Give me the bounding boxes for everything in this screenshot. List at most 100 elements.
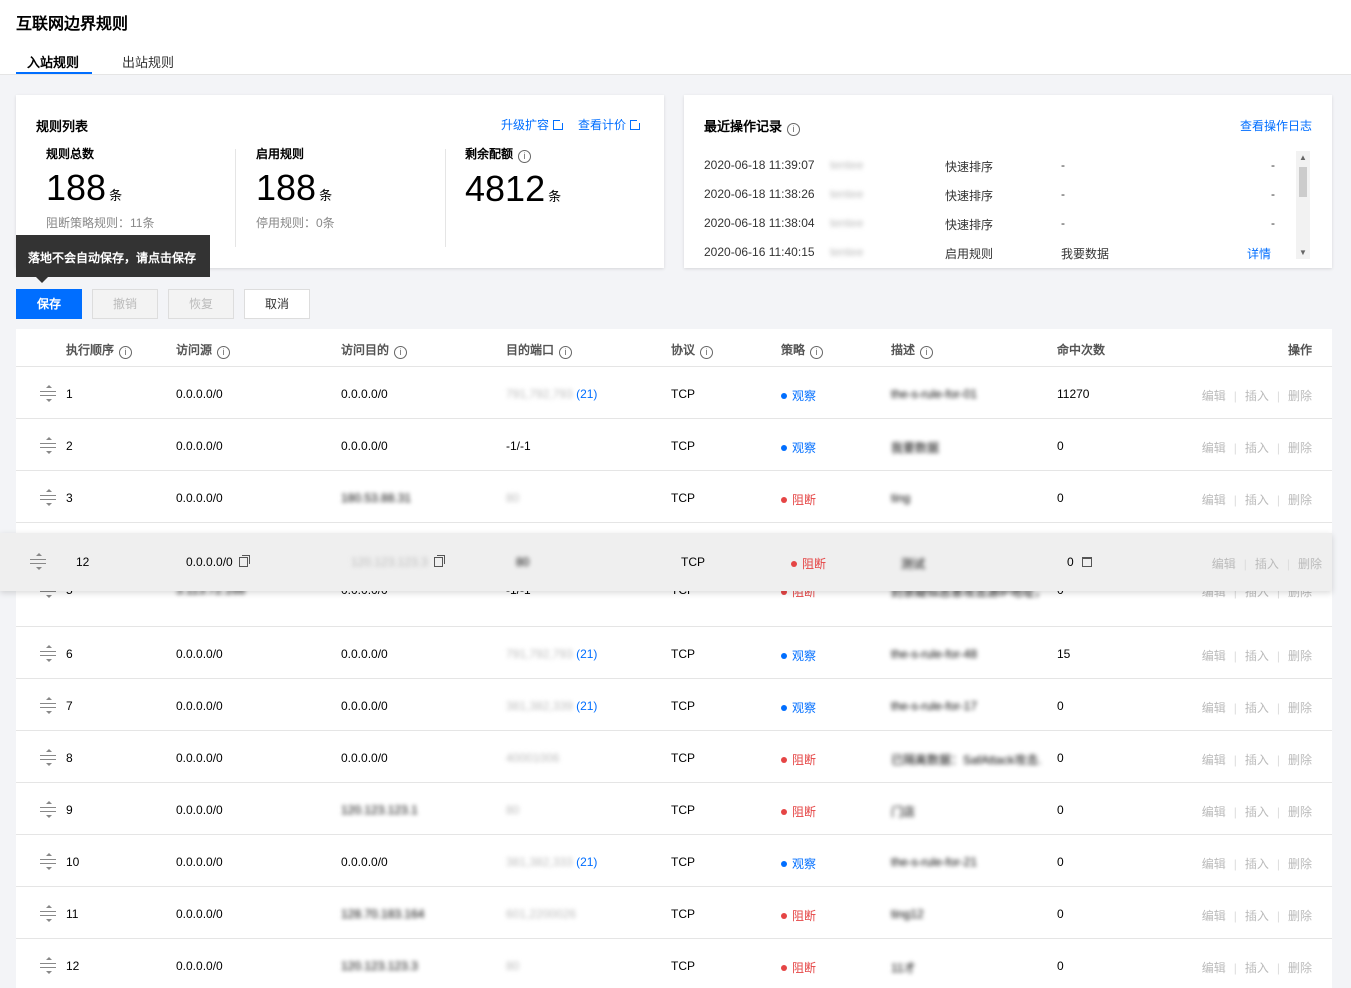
cell-destination: 120.123.123.1	[341, 803, 418, 817]
scroll-thumb[interactable]	[1299, 167, 1307, 197]
cell-source: 0.0.0.0/0	[176, 699, 223, 713]
delete-action[interactable]: 删除	[1288, 389, 1312, 403]
insert-action[interactable]: 插入	[1245, 701, 1269, 715]
delete-action[interactable]: 删除	[1288, 805, 1312, 819]
dragging-row[interactable]: 12 0.0.0.0/0 120.123.123.3 80 TCP 阻断 测试 …	[0, 533, 1332, 591]
delete-action[interactable]: 删除	[1288, 441, 1312, 455]
drag-handle-icon[interactable]	[40, 957, 56, 974]
edit-action[interactable]: 编辑	[1202, 805, 1226, 819]
redo-button[interactable]: 恢复	[168, 289, 234, 319]
delete-action[interactable]: 删除	[1298, 557, 1322, 571]
info-icon[interactable]: i	[810, 346, 824, 359]
log-scrollbar[interactable]: ▲ ▼	[1296, 151, 1310, 259]
insert-action[interactable]: 插入	[1245, 649, 1269, 663]
insert-action[interactable]: 插入	[1245, 805, 1269, 819]
edit-action[interactable]: 编辑	[1202, 753, 1226, 767]
table-row[interactable]: 8 0.0.0.0/0 0.0.0.0/0 40001006 TCP 阻断 已隔离数据：S…	[16, 731, 1332, 783]
table-row[interactable]: 12 0.0.0.0/0 120.123.123.3 80 TCP 阻断 11才 0 编辑 | 插…	[16, 939, 1332, 988]
drag-handle-icon[interactable]	[40, 645, 56, 662]
delete-action[interactable]: 删除	[1288, 701, 1312, 715]
drag-handle-icon[interactable]	[40, 749, 56, 766]
table-row[interactable]: 3 0.0.0.0/0 180.53.88.31 80 TCP 阻断 ting 0 编辑 | 插入…	[16, 471, 1332, 523]
cancel-button[interactable]: 取消	[244, 289, 310, 319]
undo-button[interactable]: 撤销	[92, 289, 158, 319]
table-row[interactable]: 11 0.0.0.0/0 128.70.183.164 601,2200026 TCP…	[16, 887, 1332, 939]
info-icon[interactable]: i	[518, 150, 532, 163]
drag-handle-icon[interactable]	[40, 905, 56, 922]
delete-action[interactable]: 删除	[1288, 961, 1312, 975]
drag-handle-icon[interactable]	[40, 801, 56, 818]
clear-icon[interactable]	[1081, 557, 1092, 567]
port-count-link[interactable]: (21)	[576, 647, 597, 661]
scroll-down-icon[interactable]: ▼	[1299, 248, 1307, 257]
drag-handle-icon[interactable]	[40, 385, 56, 402]
log-detail-link[interactable]: 详情	[1247, 245, 1271, 262]
port-count-link[interactable]: (21)	[576, 387, 597, 401]
status-dot	[781, 393, 787, 399]
status-dot	[791, 561, 797, 567]
pricing-link[interactable]: 查看计价	[578, 116, 643, 133]
info-icon[interactable]: i	[217, 346, 231, 359]
edit-action[interactable]: 编辑	[1202, 961, 1226, 975]
tab-inbound[interactable]: 入站规则	[27, 52, 79, 71]
insert-action[interactable]: 插入	[1245, 441, 1269, 455]
edit-action[interactable]: 编辑	[1202, 441, 1226, 455]
insert-action[interactable]: 插入	[1245, 857, 1269, 871]
delete-action[interactable]: 删除	[1288, 753, 1312, 767]
table-row[interactable]: 9 0.0.0.0/0 120.123.123.1 80 TCP 阻断 门店 0 编辑 | 插入 |…	[16, 783, 1332, 835]
save-button[interactable]: 保存	[16, 289, 82, 319]
scroll-up-icon[interactable]: ▲	[1299, 153, 1307, 162]
table-row[interactable]: 6 0.0.0.0/0 0.0.0.0/0 791,792,793 (21) TCP 观察…	[16, 627, 1332, 679]
info-icon[interactable]: i	[394, 346, 408, 359]
info-icon[interactable]: i	[559, 346, 573, 359]
delete-action[interactable]: 删除	[1288, 909, 1312, 923]
port-count-link[interactable]: (21)	[576, 855, 597, 869]
cell-hits: 15	[1057, 647, 1071, 661]
edit-action[interactable]: 编辑	[1202, 909, 1226, 923]
cell-policy: 阻断	[791, 555, 826, 572]
edit-action[interactable]: 编辑	[1202, 389, 1226, 403]
insert-action[interactable]: 插入	[1245, 753, 1269, 767]
insert-action[interactable]: 插入	[1245, 389, 1269, 403]
tab-outbound[interactable]: 出站规则	[122, 52, 174, 71]
cell-order: 9	[66, 803, 73, 817]
port-count-link[interactable]: (21)	[576, 699, 597, 713]
delete-action[interactable]: 删除	[1288, 493, 1312, 507]
info-icon[interactable]: i	[700, 346, 714, 359]
copy-icon[interactable]	[433, 555, 445, 567]
info-icon[interactable]: i	[787, 123, 801, 136]
copy-icon[interactable]	[238, 555, 250, 567]
table-row[interactable]: 10 0.0.0.0/0 0.0.0.0/0 381,382,333 (21) TCP 观…	[16, 835, 1332, 887]
cell-source: 0.0.0.0/0	[176, 907, 223, 921]
upgrade-link[interactable]: 升级扩容	[501, 116, 566, 133]
delete-action[interactable]: 删除	[1288, 649, 1312, 663]
edit-action[interactable]: 编辑	[1202, 649, 1226, 663]
drag-handle-icon[interactable]	[40, 489, 56, 506]
drag-handle-icon[interactable]	[30, 553, 46, 570]
edit-action[interactable]: 编辑	[1202, 857, 1226, 871]
cell-protocol: TCP	[671, 387, 695, 401]
table-row[interactable]: 2 0.0.0.0/0 0.0.0.0/0 -1/-1 TCP 观察 我要数据 0 编辑 | 插入…	[16, 419, 1332, 471]
view-log-link[interactable]: 查看操作日志	[1240, 117, 1312, 134]
table-row[interactable]: 7 0.0.0.0/0 0.0.0.0/0 381,382,339 (21) TCP 观察…	[16, 679, 1332, 731]
info-icon[interactable]: i	[119, 346, 133, 359]
edit-action[interactable]: 编辑	[1202, 701, 1226, 715]
insert-action[interactable]: 插入	[1245, 961, 1269, 975]
upgrade-link-label[interactable]: 升级扩容	[501, 118, 549, 132]
log-user: tentee	[830, 158, 864, 172]
cell-description: the-s-rule-for-48	[891, 647, 978, 661]
edit-action[interactable]: 编辑	[1212, 557, 1236, 571]
insert-action[interactable]: 插入	[1245, 909, 1269, 923]
insert-action[interactable]: 插入	[1255, 557, 1279, 571]
info-icon[interactable]: i	[920, 346, 934, 359]
insert-action[interactable]: 插入	[1245, 493, 1269, 507]
edit-action[interactable]: 编辑	[1202, 493, 1226, 507]
table-row[interactable]: 1 0.0.0.0/0 0.0.0.0/0 791,792,793 (21) TCP 观察…	[16, 367, 1332, 419]
delete-action[interactable]: 删除	[1288, 857, 1312, 871]
cell-policy: 观察	[781, 439, 816, 456]
pricing-link-label[interactable]: 查看计价	[578, 118, 626, 132]
stat-sub: 阻断策略规则：11条	[46, 216, 155, 230]
drag-handle-icon[interactable]	[40, 697, 56, 714]
drag-handle-icon[interactable]	[40, 437, 56, 454]
drag-handle-icon[interactable]	[40, 853, 56, 870]
